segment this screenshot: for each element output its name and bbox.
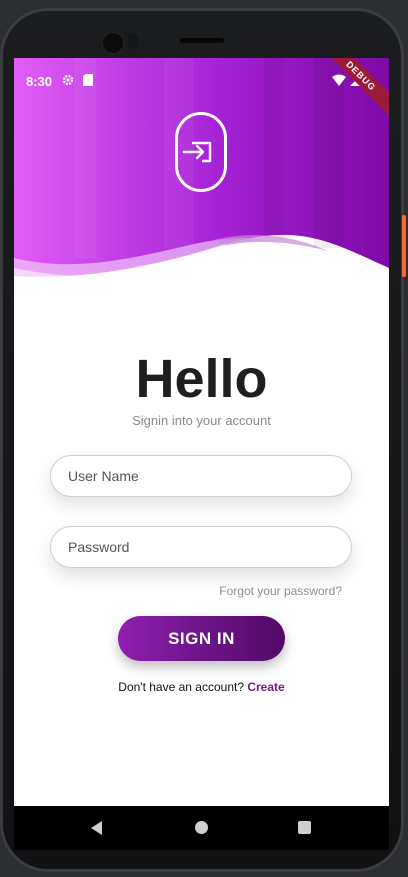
power-button[interactable] [402, 215, 406, 277]
username-field [50, 455, 352, 497]
page-subtitle: Signin into your account [132, 413, 271, 428]
password-field [50, 526, 352, 568]
login-icon [175, 112, 227, 192]
page-title: Hello [135, 349, 268, 409]
no-account-text: Don't have an account? [118, 680, 244, 694]
gear-icon [62, 73, 74, 91]
username-input[interactable] [51, 456, 351, 496]
home-icon[interactable] [195, 821, 208, 834]
earpiece-speaker [180, 38, 224, 43]
recents-icon[interactable] [298, 821, 311, 834]
forgot-password-link[interactable]: Forgot your password? [219, 584, 342, 598]
camera-sensor [128, 33, 138, 49]
status-time: 8:30 [26, 74, 53, 89]
sim-card-icon [83, 73, 93, 91]
system-nav-bar [14, 806, 389, 850]
password-input[interactable] [51, 527, 351, 567]
app-screen: 8:30 DEBUG Hello Signin into your accoun… [14, 58, 389, 806]
sign-in-button[interactable]: SIGN IN [118, 616, 285, 661]
front-camera [101, 31, 125, 55]
status-bar: 8:30 DEBUG [14, 58, 389, 118]
wifi-icon [332, 73, 346, 91]
back-icon[interactable] [91, 821, 102, 835]
create-account-link[interactable]: Create [247, 680, 284, 694]
create-account-row: Don't have an account? Create [14, 680, 389, 694]
